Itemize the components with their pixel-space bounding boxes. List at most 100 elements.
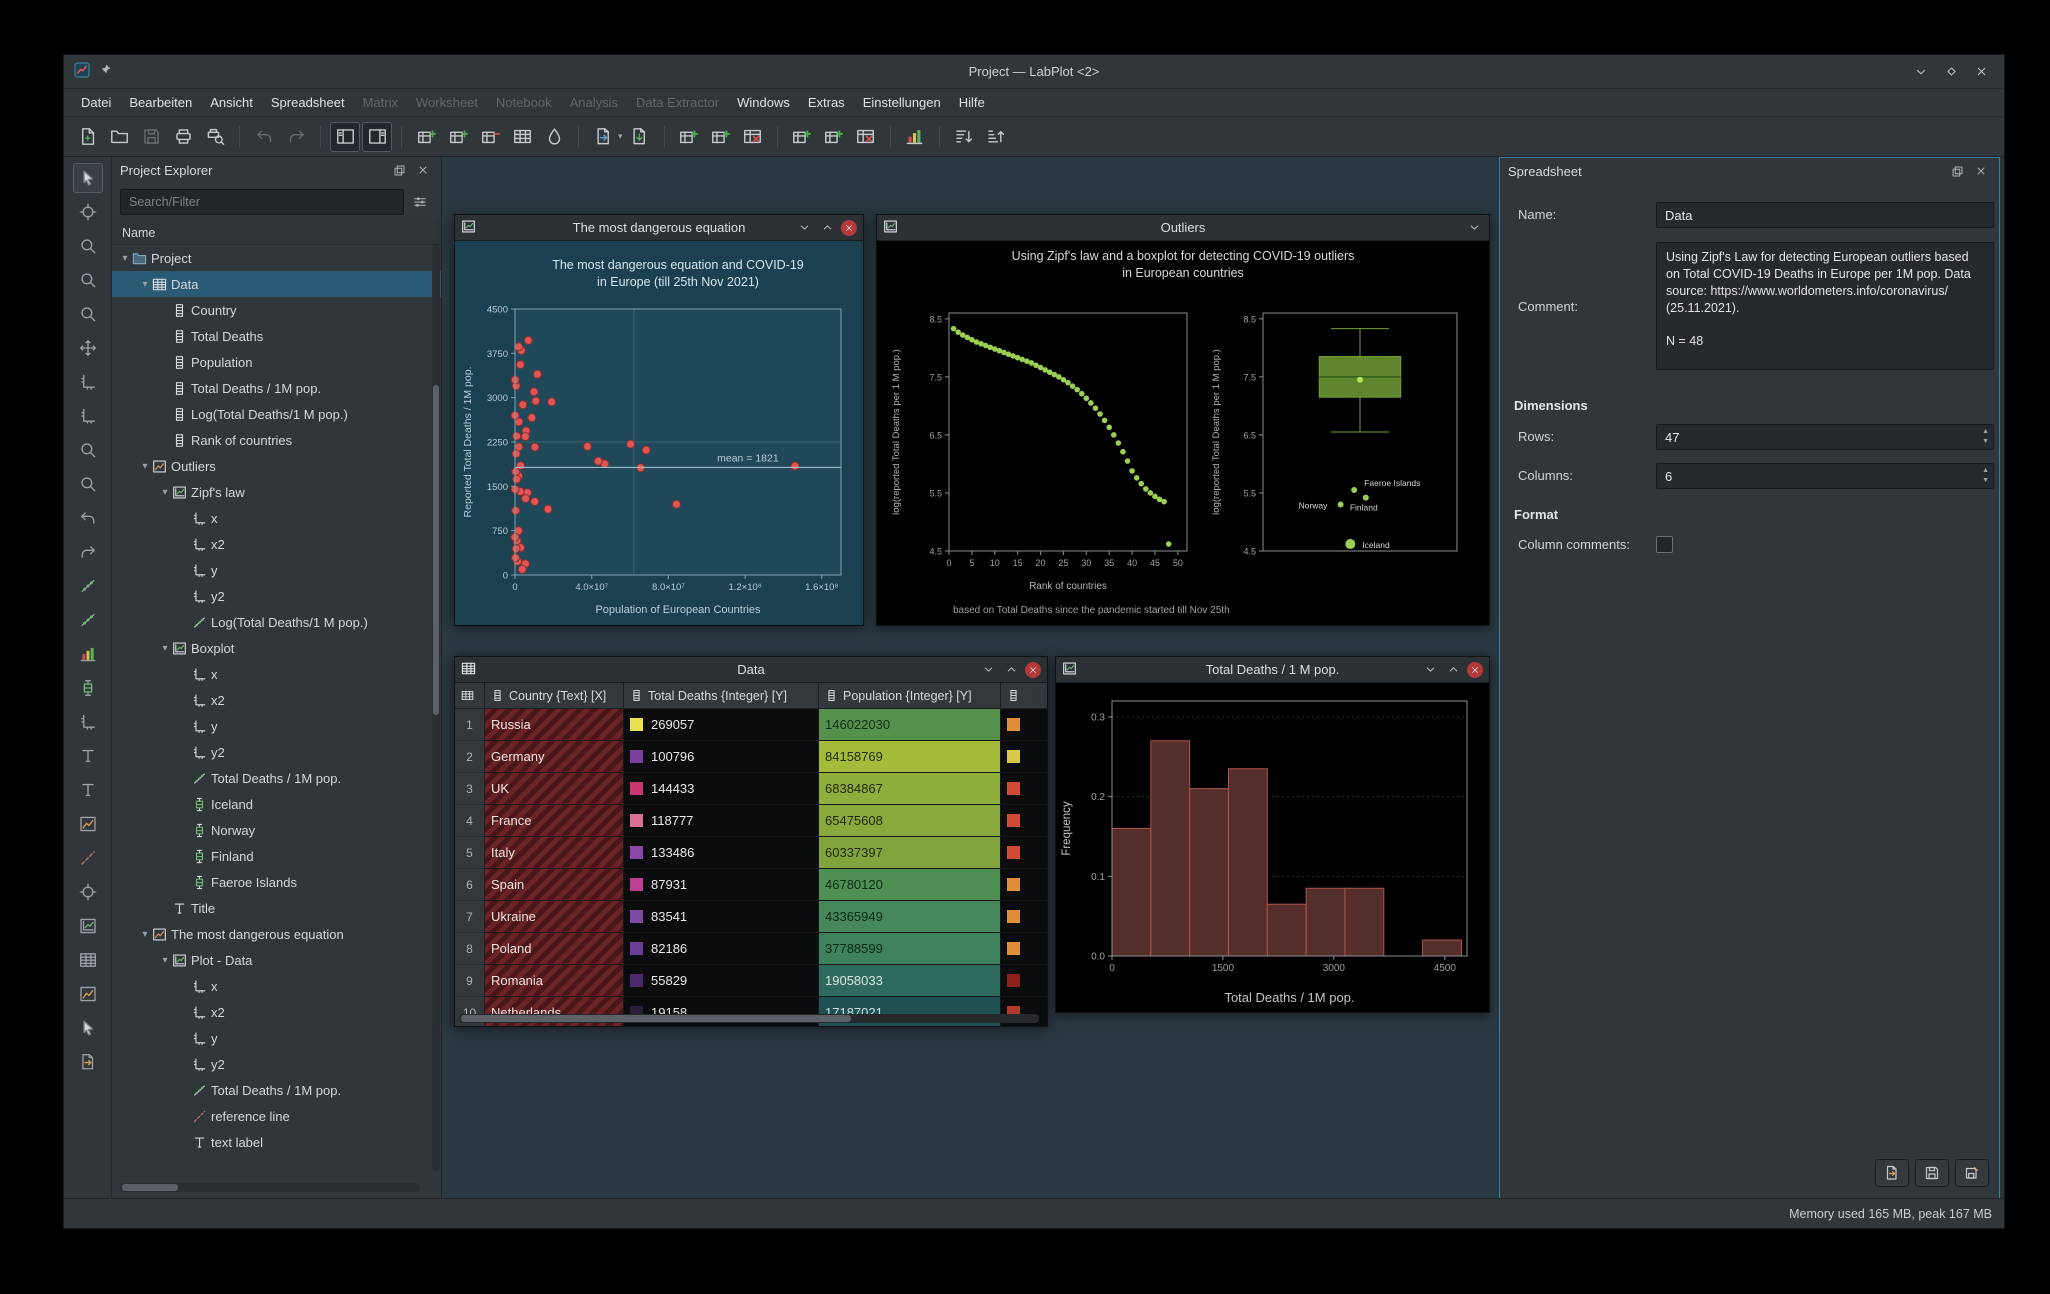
zoom-y-select-tool-button[interactable]: [73, 299, 103, 329]
zoom-out-tool-button[interactable]: [73, 469, 103, 499]
cell-deaths-per-1m[interactable]: [1001, 869, 1047, 901]
histogram-window-titlebar[interactable]: Total Deaths / 1 M pop.: [1056, 657, 1489, 683]
menu-einstellungen[interactable]: Einstellungen: [854, 91, 950, 115]
auto-scale-x-tool-button[interactable]: [73, 367, 103, 397]
new-spreadsheet-button[interactable]: [588, 122, 618, 152]
add-reference-line-tool-button[interactable]: [73, 843, 103, 873]
new-project-button[interactable]: [72, 122, 102, 152]
row-number[interactable]: 2: [455, 741, 485, 773]
add-histogram-tool-button[interactable]: [73, 639, 103, 669]
dangerous-menu-button[interactable]: [795, 219, 813, 237]
histogram-menu-button[interactable]: [1421, 661, 1439, 679]
remove-selected-rows-button[interactable]: [738, 122, 768, 152]
explorer-close-button[interactable]: [413, 160, 433, 180]
properties-close-button[interactable]: [1971, 161, 1991, 181]
tree-item-rank-of-countries[interactable]: Rank of countries: [112, 427, 441, 453]
toggle-project-explorer-button[interactable]: [330, 121, 360, 152]
table-corner-header[interactable]: [455, 683, 485, 709]
data-menu-button[interactable]: [979, 661, 997, 679]
expander-icon[interactable]: ▾: [158, 643, 172, 654]
tree-item-y2[interactable]: y2: [112, 583, 441, 609]
window-data-spreadsheet[interactable]: Data Country {Text} [X] Total Deaths {Int…: [454, 656, 1048, 1027]
cell-population[interactable]: 19058033: [819, 965, 1001, 997]
remove-rows-button[interactable]: [475, 122, 505, 152]
add-worksheet-tool-button[interactable]: [73, 979, 103, 1009]
cell-population[interactable]: 65475608: [819, 805, 1001, 837]
cell-deaths-per-1m[interactable]: [1001, 709, 1047, 741]
tree-item-the-most-dangerous-equation[interactable]: ▾ The most dangerous equation: [112, 921, 441, 947]
row-number[interactable]: 5: [455, 837, 485, 869]
boxplot-plot[interactable]: Faeroe Islands Finland Norway Iceland 4.5 5.5…: [1207, 299, 1471, 597]
row-number[interactable]: 1: [455, 709, 485, 741]
tree-item-y[interactable]: y: [112, 557, 441, 583]
dangerous-window-titlebar[interactable]: The most dangerous equation: [455, 215, 863, 241]
tree-item-x2[interactable]: x2: [112, 687, 441, 713]
tree-item-log-total-deaths-1-m-pop[interactable]: Log(Total Deaths/1 M pop.): [112, 401, 441, 427]
auto-scale-tool-button[interactable]: [73, 333, 103, 363]
tree-item-norway[interactable]: Norway: [112, 817, 441, 843]
cell-total-deaths[interactable]: 100796: [624, 741, 819, 773]
add-custom-point-tool-button[interactable]: [73, 877, 103, 907]
tree-item-country[interactable]: Country: [112, 297, 441, 323]
zoom-in-tool-button[interactable]: [73, 435, 103, 465]
menu-spreadsheet[interactable]: Spreadsheet: [262, 91, 354, 115]
cell-deaths-per-1m[interactable]: [1001, 901, 1047, 933]
tree-item-y[interactable]: y: [112, 713, 441, 739]
explorer-horizontal-scrollbar[interactable]: [120, 1183, 420, 1192]
save-project-button[interactable]: [136, 122, 166, 152]
tree-item-population[interactable]: Population: [112, 349, 441, 375]
open-project-button[interactable]: [104, 122, 134, 152]
cell-total-deaths[interactable]: 144433: [624, 773, 819, 805]
export-tool-button[interactable]: [73, 1047, 103, 1077]
sort-descending-button[interactable]: [981, 122, 1011, 152]
cell-total-deaths[interactable]: 118777: [624, 805, 819, 837]
cell-total-deaths[interactable]: 87931: [624, 869, 819, 901]
columns-decrement-icon[interactable]: ▼: [1982, 476, 1989, 485]
cell-country[interactable]: Germany: [485, 741, 624, 773]
tree-item-reference-line[interactable]: reference line: [112, 1103, 441, 1129]
maximize-button[interactable]: [1940, 61, 1962, 83]
menu-windows[interactable]: Windows: [728, 91, 799, 115]
cell-total-deaths[interactable]: 133486: [624, 837, 819, 869]
cell-deaths-per-1m[interactable]: [1001, 741, 1047, 773]
cell-country[interactable]: Russia: [485, 709, 624, 741]
properties-float-button[interactable]: [1947, 161, 1967, 181]
tree-item-total-deaths-1m-pop[interactable]: Total Deaths / 1M pop.: [112, 1077, 441, 1103]
comment-field[interactable]: Using Zipf's Law for detecting European …: [1656, 242, 1994, 370]
window-dangerous-equation[interactable]: The most dangerous equation mean = 1821 0…: [454, 214, 864, 626]
tree-item-y2[interactable]: y2: [112, 739, 441, 765]
data-picker-tool-button[interactable]: [73, 1013, 103, 1043]
add-image-tool-button[interactable]: [73, 809, 103, 839]
cell-deaths-per-1m[interactable]: [1001, 805, 1047, 837]
cell-total-deaths[interactable]: 269057: [624, 709, 819, 741]
cell-deaths-per-1m[interactable]: [1001, 933, 1047, 965]
tree-item-x[interactable]: x: [112, 505, 441, 531]
expander-icon[interactable]: ▾: [158, 487, 172, 498]
tree-item-log-total-deaths-1-m-pop[interactable]: Log(Total Deaths/1 M pop.): [112, 609, 441, 635]
row-number[interactable]: 6: [455, 869, 485, 901]
insert-row-below-button[interactable]: [443, 122, 473, 152]
histogram-float-button[interactable]: [1444, 661, 1462, 679]
filter-options-icon[interactable]: [405, 189, 435, 215]
column-statistics-button[interactable]: [900, 122, 930, 152]
rows-field[interactable]: [1656, 424, 1994, 450]
dangerous-close-button[interactable]: [841, 219, 857, 236]
tree-item-finland[interactable]: Finland: [112, 843, 441, 869]
tree-item-title[interactable]: Title: [112, 895, 441, 921]
row-number[interactable]: 8: [455, 933, 485, 965]
tree-item-total-deaths-1m-pop[interactable]: Total Deaths / 1M pop.: [112, 375, 441, 401]
cell-total-deaths[interactable]: 82186: [624, 933, 819, 965]
column-header-total-deaths-integer-y[interactable]: Total Deaths {Integer} [Y]: [624, 683, 819, 709]
columns-spinbox[interactable]: ▲▼: [1656, 463, 1994, 489]
clear-rows-button[interactable]: [507, 122, 537, 152]
column-header-country-text-x[interactable]: Country {Text} [X]: [485, 683, 624, 709]
insert-rows-below-button[interactable]: [706, 122, 736, 152]
expander-icon[interactable]: ▾: [138, 279, 152, 290]
tree-item-x[interactable]: x: [112, 661, 441, 687]
tree-item-x[interactable]: x: [112, 973, 441, 999]
print-preview-button[interactable]: [200, 122, 230, 152]
menu-hilfe[interactable]: Hilfe: [950, 91, 994, 115]
cell-population[interactable]: 46780120: [819, 869, 1001, 901]
menu-bearbeiten[interactable]: Bearbeiten: [120, 91, 201, 115]
cell-population[interactable]: 68384867: [819, 773, 1001, 805]
